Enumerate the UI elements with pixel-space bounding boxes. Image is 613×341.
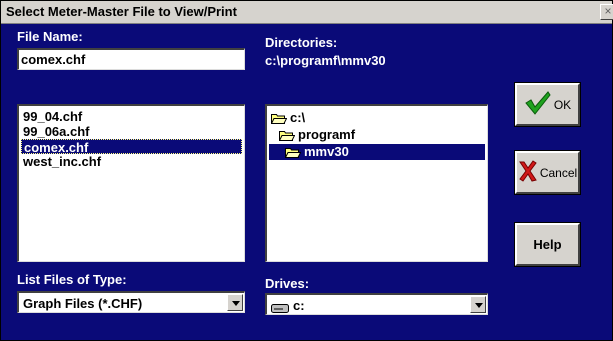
file-type-select[interactable]: Graph Files (*.CHF) (17, 291, 245, 313)
dialog-title: Select Meter-Master File to View/Print (6, 4, 237, 19)
dir-label: mmv30 (304, 144, 349, 159)
ok-button[interactable]: OK (514, 82, 581, 127)
cancel-button[interactable]: Cancel (514, 150, 581, 195)
close-button[interactable]: × (600, 4, 613, 20)
chevron-down-icon (232, 301, 240, 306)
file-name-input[interactable]: comex.chf (17, 48, 245, 70)
dir-label: programf (298, 127, 356, 142)
list-item[interactable]: 99_04.chf (21, 109, 242, 124)
dir-label: c:\ (290, 110, 306, 125)
help-label: Help (533, 237, 562, 252)
file-type-value: Graph Files (*.CHF) (23, 296, 143, 311)
directory-list[interactable]: c:\ programf mmv30 (265, 104, 488, 262)
drives-label: Drives: (265, 276, 310, 291)
help-button[interactable]: Help (514, 222, 581, 267)
file-dialog: Select Meter-Master File to View/Print ×… (0, 0, 613, 341)
x-mark-icon (518, 160, 538, 185)
list-item-selected[interactable]: comex.chf (21, 139, 242, 155)
drive-icon (271, 301, 289, 313)
open-folder-icon (271, 113, 287, 124)
ok-label: OK (553, 97, 572, 112)
drives-dropdown-button[interactable] (470, 296, 486, 313)
drive-value-wrap: c: (271, 298, 305, 313)
file-name-label: File Name: (17, 29, 83, 44)
file-type-label: List Files of Type: (17, 272, 127, 287)
directories-label: Directories: (265, 35, 338, 50)
chevron-down-icon (475, 303, 483, 308)
list-item[interactable]: 99_06a.chf (21, 124, 242, 139)
dir-item-programf[interactable]: programf (279, 127, 355, 143)
open-folder-icon (279, 130, 295, 141)
open-folder-icon (285, 147, 301, 158)
title-bar[interactable]: Select Meter-Master File to View/Print × (1, 1, 613, 24)
drives-select[interactable]: c: (265, 293, 488, 315)
dir-item-selected[interactable]: mmv30 (269, 144, 485, 160)
list-item[interactable]: west_inc.chf (21, 154, 242, 169)
file-list[interactable]: 99_04.chf 99_06a.chf comex.chf west_inc.… (17, 104, 245, 262)
current-path: c:\programf\mmv30 (265, 53, 386, 68)
cancel-label: Cancel (539, 165, 578, 180)
file-name-value: comex.chf (21, 52, 86, 67)
checkmark-icon (524, 90, 552, 119)
file-type-dropdown-button[interactable] (227, 294, 243, 311)
drive-value: c: (293, 298, 305, 313)
dir-item-root[interactable]: c:\ (271, 110, 305, 126)
